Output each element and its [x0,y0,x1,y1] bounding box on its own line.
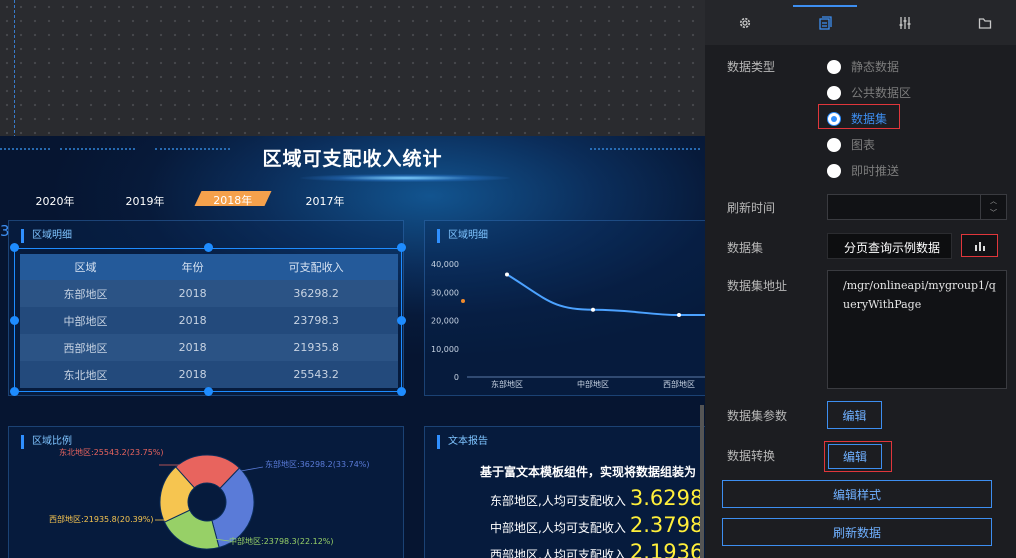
report-line-value: 2.1936 [629,540,704,558]
data-transform-label: 数据转换 [727,449,776,463]
data-point [591,307,595,312]
highlight-box [818,104,900,129]
pie-chart: 东北地区:25543.2(23.75%) 东部地区:36298.2(33.74%)… [49,447,370,550]
edit-style-button[interactable]: 编辑样式 [722,480,992,508]
radio-chart[interactable]: 图表 [827,136,875,153]
edit-params-button[interactable]: 编辑 [827,401,882,429]
resize-handle[interactable] [397,243,406,252]
radio-label: 静态数据 [851,60,900,74]
resize-handle[interactable] [397,387,406,396]
resize-handle[interactable] [204,387,213,396]
panel-title: 文本报告 [437,435,488,449]
line-chart: 40,000 30,000 20,000 10,000 0 东部地区 中部地区 西部地区 [431,260,705,389]
y-tick-label: 20,000 [431,317,459,326]
line-chart-panel[interactable]: 区域明细 40,000 30,000 20,000 10,000 0 东部地区 中部地区 西部… [424,220,705,396]
radio-static-data[interactable]: 静态数据 [827,58,899,75]
resize-handle[interactable] [397,316,406,325]
settings-panel: 数据类型 静态数据 公共数据区 数据集 图表 即时推送 刷新时间 ︿ ﹀ 数据集 … [705,0,1016,558]
data-point [505,272,509,277]
canvas-scrollbar[interactable] [700,405,704,558]
settings-tabs [705,0,1016,45]
radio-dot [827,163,841,178]
x-tick-label: 西部地区 [663,379,695,389]
design-canvas[interactable]: 区域可支配收入统计 2020年 2019年 2018年 2017年 3 区域明细… [0,0,705,558]
radio-public-data[interactable]: 公共数据区 [827,84,911,101]
bar-chart-icon [974,242,985,251]
report-line-value: 2.3798 [629,513,704,537]
resize-handle[interactable] [10,316,19,325]
refresh-data-button[interactable]: 刷新数据 [722,518,992,546]
pie-label: 东部地区:36298.2(33.74%) [265,459,370,469]
report-line-value: 3.6298 [629,486,704,510]
radio-dot [827,85,841,100]
tab-files[interactable] [947,0,1016,45]
dataset-params-label: 数据集参数 [727,409,788,423]
tab-style[interactable] [867,0,943,45]
resize-handle[interactable] [204,243,213,252]
report-line: 中部地区,人均可支配收入 2.3798 [490,513,703,537]
refresh-label: 刷新时间 [727,201,776,215]
pie-leader-line [240,466,264,472]
y-tick-label: 0 [454,373,459,382]
radio-label: 即时推送 [851,164,900,178]
dataset-url-label: 数据集地址 [727,279,788,293]
year-tab-2017[interactable]: 2017年 [290,193,360,209]
radio-dot [827,59,841,74]
year-tab-2019[interactable]: 2019年 [110,193,180,209]
dashboard-title: 区域可支配收入统计 [262,148,443,170]
dataset-url-textarea[interactable]: /mgr/onlineapi/mygroup1/queryWithPage [827,270,1007,389]
gear-icon [739,17,751,28]
number-stepper[interactable]: ︿ ﹀ [980,195,1006,219]
radio-label: 公共数据区 [851,86,912,100]
year-tab-2020[interactable]: 2020年 [20,193,90,209]
dataset-chart-button[interactable] [961,234,998,257]
panel-title: 区域明细 [21,229,72,243]
marker-dot [461,299,465,303]
tab-data[interactable] [787,0,863,45]
y-tick-label: 30,000 [431,288,459,297]
radio-push[interactable]: 即时推送 [827,162,899,179]
title-glow [300,174,510,182]
report-line: 东部地区,人均可支配收入 3.6298 [490,486,703,510]
pie-label: 西部地区:21935.8(20.39%) [49,514,154,524]
radio-label: 图表 [851,138,876,152]
dataset-select[interactable]: 分页查询示例数据 [827,233,952,259]
report-line-text: 西部地区,人均可支配收入 [490,548,626,558]
pie-chart-panel[interactable]: 区域比例 东北地区:25543.2(23.75%) 东部地区:36298.2(33… [8,426,404,558]
resize-handle[interactable] [10,387,19,396]
dataset-label: 数据集 [727,241,764,255]
report-line: 西部地区,人均可支配收入 2.1936 [490,540,703,558]
tab-settings[interactable] [707,0,783,45]
edit-transform-button[interactable]: 编辑 [828,444,882,469]
y-tick-label: 40,000 [431,260,459,269]
sliders-icon [899,16,911,29]
data-point [677,313,681,318]
pie-label: 中部地区:23798.3(22.12%) [229,536,334,546]
report-intro: 基于富文本模板组件，实现将数据组装为 [480,465,697,479]
series-line [506,273,705,317]
dashboard-screen[interactable]: 区域可支配收入统计 2020年 2019年 2018年 2017年 3 区域明细… [0,136,705,558]
report-line-text: 中部地区,人均可支配收入 [490,521,626,535]
report-line-text: 东部地区,人均可支配收入 [490,494,626,508]
refresh-time-input[interactable]: ︿ ﹀ [827,194,1007,220]
folder-icon [978,17,992,29]
pie-label: 东北地区:25543.2(23.75%) [59,447,164,457]
data-icon [819,15,832,30]
radio-dot [827,137,841,152]
x-tick-label: 东部地区 [491,379,523,389]
y-tick-label: 10,000 [431,345,459,354]
year-tab-2018[interactable]: 2018年 [194,191,272,207]
resize-handle[interactable] [10,243,19,252]
chevron-down-icon[interactable]: ﹀ [981,207,1006,219]
chevron-up-icon[interactable]: ︿ [981,195,1006,207]
selection-box [14,248,402,392]
data-type-label: 数据类型 [727,60,776,74]
year-tab-label: 2018年 [212,194,252,207]
x-tick-label: 中部地区 [577,379,609,389]
